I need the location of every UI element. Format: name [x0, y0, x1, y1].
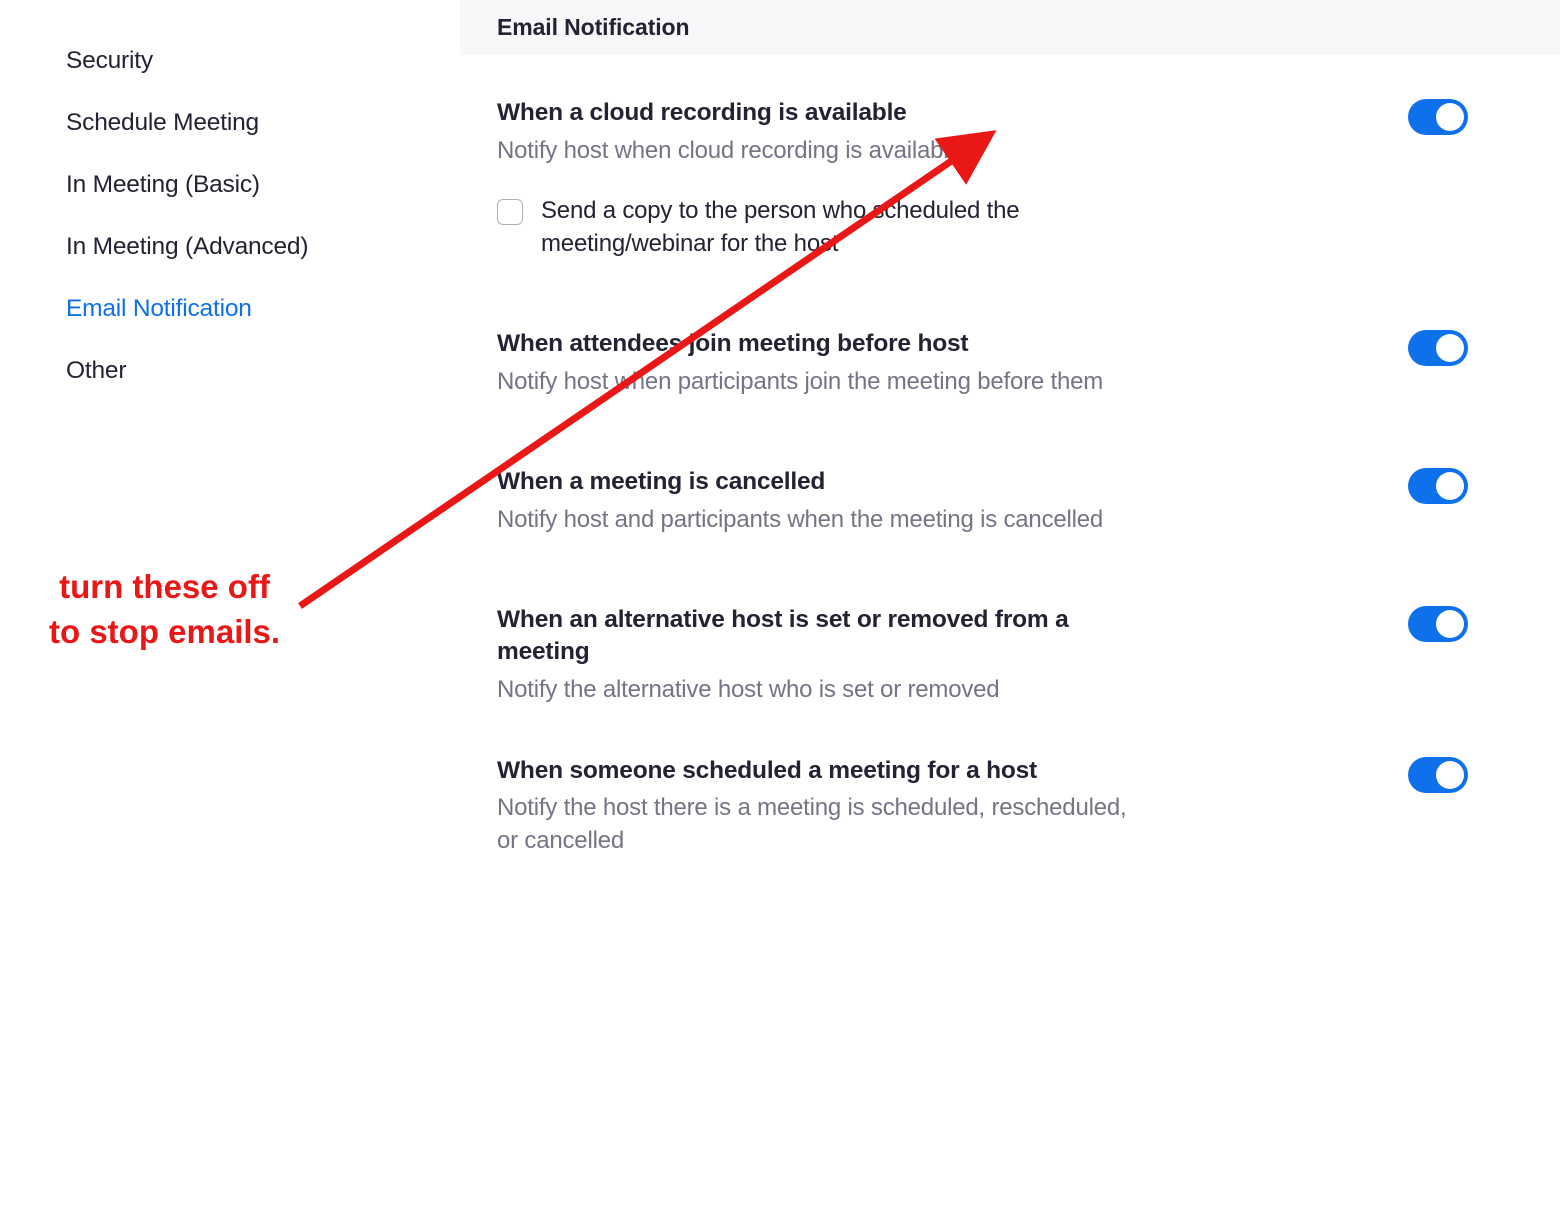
section-header: Email Notification — [460, 0, 1560, 55]
sidebar-item-email-notification[interactable]: Email Notification — [66, 278, 460, 340]
toggle-meeting-cancelled[interactable] — [1408, 468, 1468, 504]
checkbox-row: Send a copy to the person who scheduled … — [497, 195, 1101, 260]
setting-desc: Notify host and participants when the me… — [497, 504, 1103, 536]
settings-sidebar: Security Schedule Meeting In Meeting (Ba… — [0, 0, 460, 1220]
setting-title: When an alternative host is set or remov… — [497, 604, 1127, 668]
toggle-alternative-host[interactable] — [1408, 606, 1468, 642]
setting-desc: Notify the host there is a meeting is sc… — [497, 792, 1127, 857]
sidebar-item-other[interactable]: Other — [66, 340, 460, 402]
settings-list: When a cloud recording is available Noti… — [460, 55, 1560, 857]
setting-meeting-cancelled: When a meeting is cancelled Notify host … — [497, 466, 1520, 536]
setting-title: When attendees join meeting before host — [497, 328, 1103, 360]
sidebar-item-security[interactable]: Security — [66, 30, 460, 92]
setting-cloud-recording: When a cloud recording is available Noti… — [497, 97, 1520, 260]
checkbox-send-copy[interactable] — [497, 199, 523, 225]
settings-main: Email Notification When a cloud recordin… — [460, 0, 1560, 1220]
setting-desc: Notify the alternative host who is set o… — [497, 674, 1127, 706]
setting-title: When a meeting is cancelled — [497, 466, 1103, 498]
checkbox-label: Send a copy to the person who scheduled … — [541, 195, 1101, 260]
setting-desc: Notify host when participants join the m… — [497, 366, 1103, 398]
setting-attendees-join-before-host: When attendees join meeting before host … — [497, 328, 1520, 398]
setting-alternative-host: When an alternative host is set or remov… — [497, 604, 1520, 706]
toggle-attendees-join-before-host[interactable] — [1408, 330, 1468, 366]
toggle-scheduled-for-host[interactable] — [1408, 757, 1468, 793]
setting-title: When a cloud recording is available — [497, 97, 1101, 129]
sidebar-item-schedule-meeting[interactable]: Schedule Meeting — [66, 92, 460, 154]
sidebar-item-in-meeting-advanced[interactable]: In Meeting (Advanced) — [66, 216, 460, 278]
setting-desc: Notify host when cloud recording is avai… — [497, 135, 1101, 167]
setting-title: When someone scheduled a meeting for a h… — [497, 755, 1127, 787]
setting-scheduled-for-host: When someone scheduled a meeting for a h… — [497, 755, 1520, 858]
sidebar-item-in-meeting-basic[interactable]: In Meeting (Basic) — [66, 154, 460, 216]
toggle-cloud-recording[interactable] — [1408, 99, 1468, 135]
